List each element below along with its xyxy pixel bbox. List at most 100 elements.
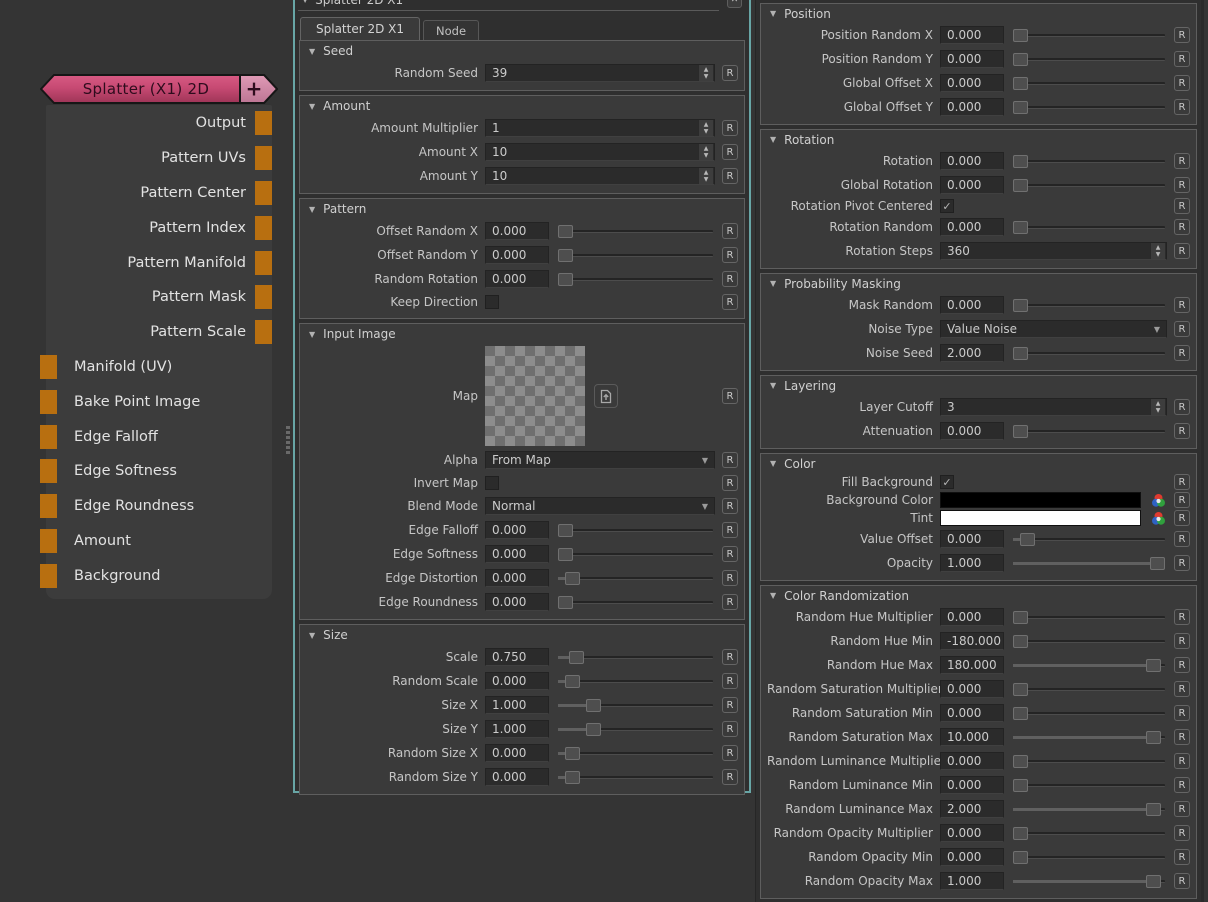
reset-button[interactable]: R — [722, 594, 738, 610]
reset-button[interactable]: R — [722, 452, 738, 468]
slider-handle[interactable] — [1013, 53, 1028, 66]
spin-up-icon[interactable]: ▲ — [699, 121, 713, 128]
number-field[interactable]: 2.000 — [940, 344, 1004, 362]
slider-handle[interactable] — [1146, 659, 1161, 672]
slider-track[interactable] — [1013, 616, 1165, 619]
slider-handle[interactable] — [1013, 425, 1028, 438]
slider[interactable] — [1013, 346, 1165, 361]
dropdown[interactable]: Value Noise▼ — [940, 320, 1167, 338]
reset-button[interactable]: R — [722, 649, 738, 665]
reset-button[interactable]: R — [722, 697, 738, 713]
slider-handle[interactable] — [1146, 875, 1161, 888]
collapse-triangle-icon[interactable]: ▼ — [770, 9, 776, 18]
slider-track[interactable] — [1013, 184, 1165, 187]
spin-down-icon[interactable]: ▼ — [699, 73, 713, 80]
number-field[interactable]: 0.000 — [940, 26, 1004, 44]
spin-down-icon[interactable]: ▼ — [699, 128, 713, 135]
slider-track[interactable] — [1013, 538, 1165, 541]
slider-handle[interactable] — [586, 723, 601, 736]
number-field[interactable]: 0.000 — [485, 569, 549, 587]
spin-up-icon[interactable]: ▲ — [1151, 400, 1165, 407]
slider-track[interactable] — [1013, 712, 1165, 715]
reset-button[interactable]: R — [1174, 609, 1190, 625]
slider-track[interactable] — [558, 553, 713, 556]
dropdown[interactable]: From Map▼ — [485, 451, 715, 469]
slider[interactable] — [1013, 154, 1165, 169]
slider[interactable] — [1013, 610, 1165, 625]
color-picker-button[interactable] — [1150, 492, 1167, 509]
number-field[interactable]: 0.000 — [940, 98, 1004, 116]
port-connector-square[interactable] — [255, 146, 272, 170]
section-header[interactable]: ▼Layering — [761, 376, 1196, 395]
slider-handle[interactable] — [1013, 221, 1028, 234]
reset-button[interactable]: R — [722, 65, 738, 81]
collapse-triangle-icon[interactable]: ▼ — [302, 0, 308, 4]
slider-track[interactable] — [1013, 760, 1165, 763]
port-connector-square[interactable] — [40, 459, 57, 483]
reset-button[interactable]: R — [1174, 825, 1190, 841]
number-field[interactable]: 1.000 — [940, 872, 1004, 890]
number-spinner-field[interactable]: 10▲▼ — [485, 167, 715, 185]
reset-button[interactable]: R — [1174, 531, 1190, 547]
color-picker-button[interactable] — [1150, 510, 1167, 527]
slider[interactable] — [1013, 634, 1165, 649]
panel-title-field[interactable]: ▼ Splatter 2D X1 — [298, 0, 719, 11]
slider-track[interactable] — [1013, 430, 1165, 433]
reset-button[interactable]: R — [1174, 777, 1190, 793]
slider-handle[interactable] — [558, 548, 573, 561]
reset-button[interactable]: R — [1174, 345, 1190, 361]
collapse-triangle-icon[interactable]: ▼ — [770, 381, 776, 390]
slider[interactable] — [558, 224, 713, 239]
slider-handle[interactable] — [1013, 101, 1028, 114]
port-connector-square[interactable] — [255, 320, 272, 344]
slider[interactable] — [1013, 100, 1165, 115]
number-spinner-field[interactable]: 360▲▼ — [940, 242, 1167, 260]
port-connector-square[interactable] — [40, 390, 57, 414]
collapse-triangle-icon[interactable]: ▼ — [309, 330, 315, 339]
reset-button[interactable]: R — [722, 247, 738, 263]
reset-button[interactable]: R — [1174, 633, 1190, 649]
reset-button[interactable]: R — [1174, 657, 1190, 673]
spin-down-icon[interactable]: ▼ — [699, 152, 713, 159]
slider[interactable] — [1013, 220, 1165, 235]
reset-button[interactable]: R — [722, 475, 738, 491]
color-swatch[interactable] — [940, 510, 1141, 526]
slider-track[interactable] — [558, 601, 713, 604]
slider[interactable] — [558, 272, 713, 287]
number-field[interactable]: 10.000 — [940, 728, 1004, 746]
input-port-manifold-uv[interactable]: Manifold (UV) — [46, 350, 272, 385]
section-header[interactable]: ▼Input Image — [300, 324, 744, 344]
number-field[interactable]: 0.750 — [485, 648, 549, 666]
collapse-triangle-icon[interactable]: ▼ — [309, 205, 315, 214]
slider-handle[interactable] — [1013, 179, 1028, 192]
slider-track[interactable] — [1013, 784, 1165, 787]
slider-track[interactable] — [1013, 688, 1165, 691]
input-port-edge-falloff[interactable]: Edge Falloff — [46, 419, 272, 454]
output-port-pattern-mask[interactable]: Pattern Mask — [46, 280, 272, 315]
port-connector-square[interactable] — [40, 564, 57, 588]
slider[interactable] — [558, 595, 713, 610]
slider-handle[interactable] — [1013, 347, 1028, 360]
slider-track[interactable] — [558, 254, 713, 257]
reset-button[interactable]: R — [722, 745, 738, 761]
port-connector-square[interactable] — [40, 425, 57, 449]
slider-handle[interactable] — [1150, 557, 1165, 570]
port-connector-square[interactable] — [40, 355, 57, 379]
number-field[interactable]: 0.000 — [940, 218, 1004, 236]
number-field[interactable]: 0.000 — [485, 545, 549, 563]
slider[interactable] — [1013, 28, 1165, 43]
slider-handle[interactable] — [558, 249, 573, 262]
collapse-triangle-icon[interactable]: ▼ — [770, 459, 776, 468]
slider-handle[interactable] — [1013, 299, 1028, 312]
slider-handle[interactable] — [565, 675, 580, 688]
number-field[interactable]: 0.000 — [485, 222, 549, 240]
number-field[interactable]: 1.000 — [940, 554, 1004, 572]
splatter-node[interactable]: Splatter (X1) 2D + OutputPattern UVsPatt… — [40, 73, 278, 599]
slider-track[interactable] — [558, 752, 713, 755]
slider[interactable] — [1013, 754, 1165, 769]
output-port-output[interactable]: Output — [46, 106, 272, 141]
number-field[interactable]: 0.000 — [940, 74, 1004, 92]
port-connector-square[interactable] — [255, 111, 272, 135]
spin-up-icon[interactable]: ▲ — [699, 66, 713, 73]
slider-track[interactable] — [1013, 82, 1165, 85]
